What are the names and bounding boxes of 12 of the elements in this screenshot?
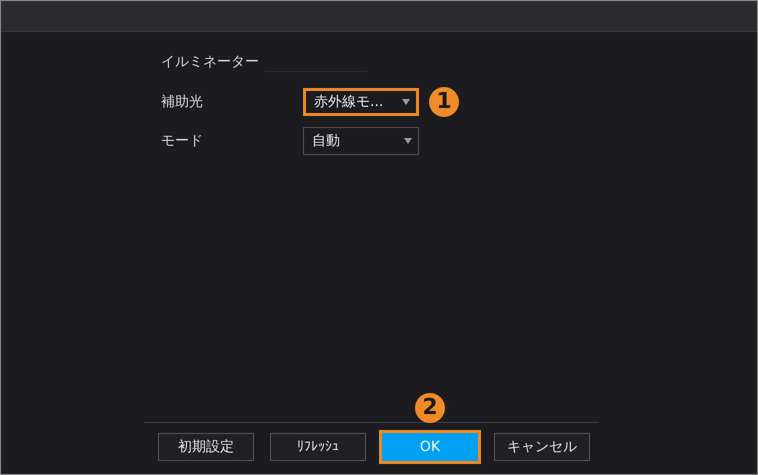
dialog-button[interactable]: ﾘﾌﾚｯｼｭ [270, 433, 366, 461]
dropdown[interactable]: 自動 [303, 127, 419, 155]
step-number-badge: 1 [429, 87, 459, 117]
dialog-button[interactable]: 初期設定 [158, 433, 254, 461]
dialog-button[interactable]: キャンセル [494, 433, 590, 461]
section-title: イルミネーター [161, 53, 259, 72]
field-label: モード [161, 132, 204, 150]
dropdown[interactable]: 赤外線モ... [303, 88, 419, 116]
caret-icon [404, 138, 412, 144]
caret-icon [402, 99, 410, 105]
field-label: 補助光 [161, 92, 204, 112]
step-number-badge: 2 [415, 393, 445, 423]
